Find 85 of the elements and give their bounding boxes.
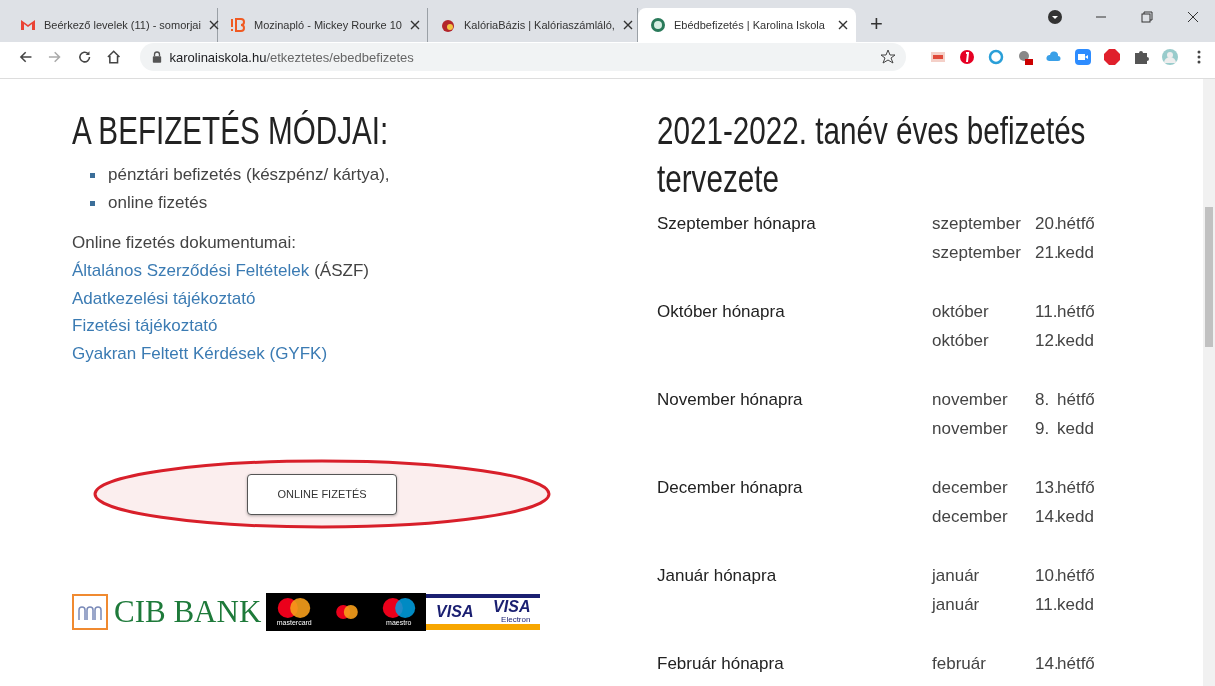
date-weekday: kedd (1057, 242, 1094, 264)
date-day: 14. (1035, 649, 1057, 678)
date-month: szeptember (932, 242, 1022, 264)
date-month: január (932, 594, 981, 616)
date-weekday: kedd (1057, 506, 1094, 528)
month-label: Szeptember hónapra (657, 213, 817, 235)
date-day: 12. (1035, 326, 1057, 355)
month-label: Október hónapra (657, 301, 786, 323)
date-month: október (932, 330, 990, 352)
date-weekday: kedd (1057, 594, 1094, 616)
date-weekday: hétfő (1057, 565, 1095, 587)
bank-logo-icon (72, 594, 108, 630)
overlapping-circles-icon (381, 597, 416, 619)
date-month: november (932, 389, 1009, 411)
visa-text: VISA (436, 602, 474, 620)
date-month: november (932, 418, 1009, 440)
close-icon[interactable] (622, 20, 633, 30)
date-weekday: hétfő (1057, 213, 1095, 235)
url-text: karolinaiskola.hu/etkeztetes/ebedbefizetes (169, 49, 414, 65)
bookmark-star-icon[interactable] (880, 49, 896, 65)
browser-tab[interactable]: Beérkező levelek (11) - somorjai (8, 8, 218, 42)
scrollbar[interactable] (1203, 79, 1215, 686)
restore-icon[interactable] (1139, 9, 1155, 25)
month-label: November hónapra (657, 389, 804, 411)
date-month: december (932, 506, 1009, 528)
date-day: 21. (1035, 238, 1057, 267)
link-suffix: (ÁSZF) (314, 260, 369, 282)
browser-tab[interactable]: Mozinapló - Mickey Rourke 10 (218, 8, 428, 42)
extension-icon[interactable] (1017, 49, 1033, 65)
home-icon[interactable] (106, 49, 122, 65)
date-month: január (932, 565, 981, 587)
date-weekday: hétfő (1057, 477, 1095, 499)
date-day: 8. (1035, 385, 1057, 414)
date-weekday: hétfő (1057, 389, 1095, 411)
date-day: 13. (1035, 473, 1057, 502)
date-day: 11. (1035, 590, 1057, 619)
date-day: 10. (1035, 561, 1057, 590)
document-link[interactable]: Fizetési tájékoztató (72, 312, 218, 340)
bank-name: CIB BANK (114, 594, 262, 630)
close-icon[interactable] (409, 20, 420, 30)
payment-method-item: online fizetés (90, 189, 390, 217)
section-heading: A BEFIZETÉS MÓDJAI: (72, 109, 389, 154)
month-label: Február hónapra (657, 653, 785, 675)
date-month: február (932, 653, 987, 675)
date-weekday: kedd (1057, 418, 1094, 440)
date-day: 14. (1035, 502, 1057, 531)
date-day: 9. (1035, 414, 1057, 443)
payment-method-item: pénztári befizetés (készpénz/ kártya), (90, 161, 390, 189)
back-icon[interactable] (18, 49, 34, 65)
docs-title: Online fizetés dokumentumai: (72, 232, 296, 254)
date-month: december (932, 477, 1009, 499)
close-icon[interactable] (208, 20, 219, 30)
browser-tab[interactable]: Ebédbefizetés | Karolina Iskola (638, 8, 856, 42)
address-bar[interactable]: karolinaiskola.hu/etkeztetes/ebedbefizetes (139, 43, 906, 71)
close-icon[interactable] (838, 20, 848, 30)
document-link[interactable]: Adatkezelési tájékoztató (72, 284, 256, 312)
video-camera-icon[interactable] (1075, 49, 1091, 65)
letter-b-icon (230, 17, 246, 33)
profile-dropdown-icon[interactable] (1047, 9, 1063, 25)
month-label: December hónapra (657, 477, 804, 499)
online-payment-button[interactable]: ONLINE FIZETÉS (247, 473, 397, 515)
month-label: Január hónapra (657, 565, 778, 587)
date-month: október (932, 301, 990, 323)
scrollbar-thumb[interactable] (1205, 207, 1213, 347)
section-heading: 2021-2022. tanév éves befizetés tervezete (657, 109, 1087, 202)
ring-icon[interactable] (988, 49, 1004, 65)
date-day: 20. (1035, 209, 1057, 238)
overlapping-circles-icon (277, 597, 312, 619)
date-weekday: kedd (1057, 330, 1094, 352)
electron-text: Electron (501, 615, 531, 624)
close-window-icon[interactable] (1185, 9, 1201, 25)
extension-icon[interactable] (930, 49, 946, 65)
lock-icon (151, 51, 162, 63)
document-link[interactable]: Gyakran Feltett Kérdések (GYFK) (72, 339, 328, 367)
puzzle-icon[interactable] (1133, 49, 1149, 65)
date-month: szeptember (932, 213, 1022, 235)
date-day: 11. (1035, 297, 1057, 326)
date-weekday: hétfő (1057, 653, 1095, 675)
stop-sign-icon[interactable] (1104, 49, 1120, 65)
reload-icon[interactable] (76, 49, 93, 65)
date-weekday: hétfő (1057, 301, 1095, 323)
new-tab-button[interactable]: + (870, 12, 883, 36)
mail-icon (20, 17, 36, 33)
document-link[interactable]: Általános Szerződési Feltételek (72, 257, 310, 285)
visa-text: VISA (493, 598, 531, 615)
